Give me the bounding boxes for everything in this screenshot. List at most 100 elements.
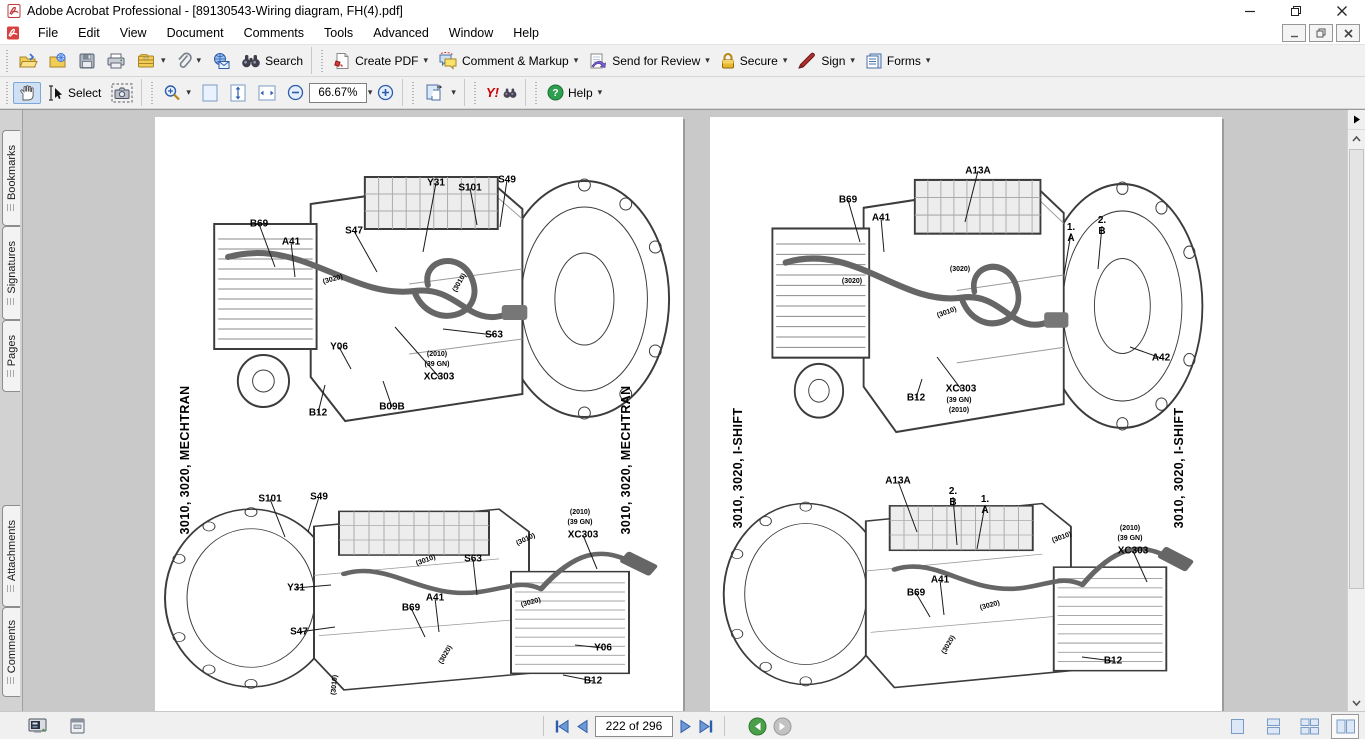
dropdown-arrow-icon[interactable]: ▾ [705, 55, 710, 66]
dropdown-arrow-icon[interactable]: ▾ [186, 87, 191, 98]
toolbar-grip[interactable] [149, 82, 156, 104]
tab-grip [7, 677, 16, 684]
fit-width-button[interactable] [252, 82, 282, 104]
pdf-page-right: A13AB69A41(3020)(3020)1. A2. B(3010)A42B… [710, 117, 1222, 711]
email-button[interactable] [206, 50, 236, 72]
previous-view-button[interactable] [748, 717, 767, 736]
pdf-document-icon [6, 26, 20, 40]
zoom-level-input[interactable] [309, 83, 367, 103]
create-pdf-button[interactable]: Create PDF▾ [328, 50, 433, 72]
diagram-label: S49 [310, 492, 328, 503]
page-display-button[interactable]: ▾ [419, 81, 461, 105]
toolbar-grip[interactable] [4, 82, 11, 104]
diagram-label: A13A [885, 476, 911, 487]
tab-attachments[interactable]: Attachments [2, 505, 20, 607]
maximize-restore-button[interactable] [1273, 0, 1319, 22]
hand-tool-button[interactable] [13, 82, 41, 104]
zoom-tool-button[interactable]: ▾ [158, 82, 196, 104]
diagram-label: XC303 [1118, 546, 1149, 557]
zoom-out-button[interactable] [282, 82, 309, 103]
page-number-input[interactable] [595, 716, 673, 737]
menu-item-tools[interactable]: Tools [314, 24, 363, 42]
fit-height-button[interactable] [224, 81, 252, 105]
dropdown-arrow-icon[interactable]: ▾ [423, 55, 428, 66]
tab-bookmarks[interactable]: Bookmarks [2, 130, 20, 226]
dropdown-arrow-icon[interactable]: ▾ [161, 55, 166, 66]
print-button[interactable] [101, 50, 131, 72]
tab-comments[interactable]: Comments [2, 607, 20, 697]
select-tool-button[interactable]: Select [41, 83, 106, 103]
tab-signatures[interactable]: Signatures [2, 226, 20, 320]
diagram-label: A41 [931, 575, 949, 586]
dropdown-arrow-icon[interactable]: ▾ [598, 87, 603, 98]
menu-item-help[interactable]: Help [503, 24, 549, 42]
scrollbar-thumb[interactable] [1349, 149, 1364, 589]
organizer-button[interactable]: ▾ [131, 50, 171, 72]
dropdown-arrow-icon[interactable]: ▾ [850, 55, 855, 66]
fit-page-button[interactable] [196, 81, 224, 105]
send-for-review-button[interactable]: Send for Review▾ [583, 50, 715, 72]
last-page-button[interactable] [698, 719, 715, 734]
document-window-controls [1282, 24, 1360, 42]
doc-close-button[interactable] [1336, 24, 1360, 42]
previous-page-button[interactable] [576, 719, 589, 734]
diagram-label: (39 GN) [1118, 535, 1143, 543]
screen-mode-icon[interactable] [28, 718, 47, 735]
save-button[interactable] [73, 50, 101, 72]
menu-item-view[interactable]: View [110, 24, 157, 42]
toolbar-grip[interactable] [472, 82, 479, 104]
next-page-button[interactable] [679, 719, 692, 734]
diagram-label: B69 [907, 588, 925, 599]
toolbar-grip[interactable] [533, 82, 540, 104]
dropdown-arrow-icon[interactable]: ▾ [783, 55, 788, 66]
save-floppy-icon [78, 52, 96, 70]
page-size-icon[interactable] [69, 717, 86, 735]
yahoo-label: Y! [486, 85, 499, 100]
doc-restore-button[interactable] [1309, 24, 1333, 42]
forms-button[interactable]: Forms▾ [860, 50, 936, 72]
snapshot-tool-button[interactable] [106, 81, 138, 105]
continuous-facing-button[interactable] [1295, 714, 1323, 739]
toolbar-grip[interactable] [4, 50, 11, 72]
doc-minimize-button[interactable] [1282, 24, 1306, 42]
help-button[interactable]: ?Help▾ [542, 82, 607, 103]
search-button[interactable]: Search [236, 51, 308, 71]
first-page-button[interactable] [553, 719, 570, 734]
close-button[interactable] [1319, 0, 1365, 22]
page-navigation [540, 716, 792, 737]
secure-label: Secure [740, 54, 778, 68]
open-button[interactable] [13, 50, 43, 72]
menu-item-document[interactable]: Document [157, 24, 234, 42]
secure-button[interactable]: Secure ▾ [715, 50, 793, 72]
toolbar-grip[interactable] [319, 50, 326, 72]
attach-button[interactable]: ▾ [171, 50, 207, 72]
comment-markup-button[interactable]: Comment & Markup▾ [433, 50, 583, 72]
next-view-button[interactable] [773, 717, 792, 736]
menu-item-window[interactable]: Window [439, 24, 503, 42]
sign-button[interactable]: Sign ▾ [792, 50, 860, 72]
dropdown-arrow-icon[interactable]: ▾ [197, 55, 202, 66]
facing-button[interactable] [1331, 714, 1359, 739]
scroll-up-button[interactable] [1348, 130, 1365, 147]
window-title: Adobe Acrobat Professional - [89130543-W… [27, 4, 403, 18]
dropdown-arrow-icon[interactable]: ▾ [926, 55, 931, 66]
diagram-label: Y31 [287, 583, 305, 594]
scrollbar-track[interactable] [1348, 147, 1365, 694]
open-from-web-button[interactable] [43, 50, 73, 72]
hide-toolbars-arrow-button[interactable] [1348, 110, 1365, 130]
dropdown-arrow-icon[interactable]: ▾ [574, 55, 579, 66]
minimize-button[interactable] [1227, 0, 1273, 22]
zoom-in-button[interactable] [372, 82, 399, 103]
scroll-down-button[interactable] [1348, 694, 1365, 711]
menu-item-edit[interactable]: Edit [68, 24, 110, 42]
menu-item-advanced[interactable]: Advanced [363, 24, 439, 42]
continuous-button[interactable] [1259, 714, 1287, 739]
tab-pages[interactable]: Pages [2, 320, 20, 392]
toolbar-grip[interactable] [410, 82, 417, 104]
sign-label: Sign [821, 54, 845, 68]
menu-item-comments[interactable]: Comments [234, 24, 314, 42]
single-page-button[interactable] [1223, 714, 1251, 739]
menu-item-file[interactable]: File [28, 24, 68, 42]
yahoo-messenger-button[interactable]: Y! [481, 83, 522, 102]
dropdown-arrow-icon[interactable]: ▾ [451, 87, 456, 98]
